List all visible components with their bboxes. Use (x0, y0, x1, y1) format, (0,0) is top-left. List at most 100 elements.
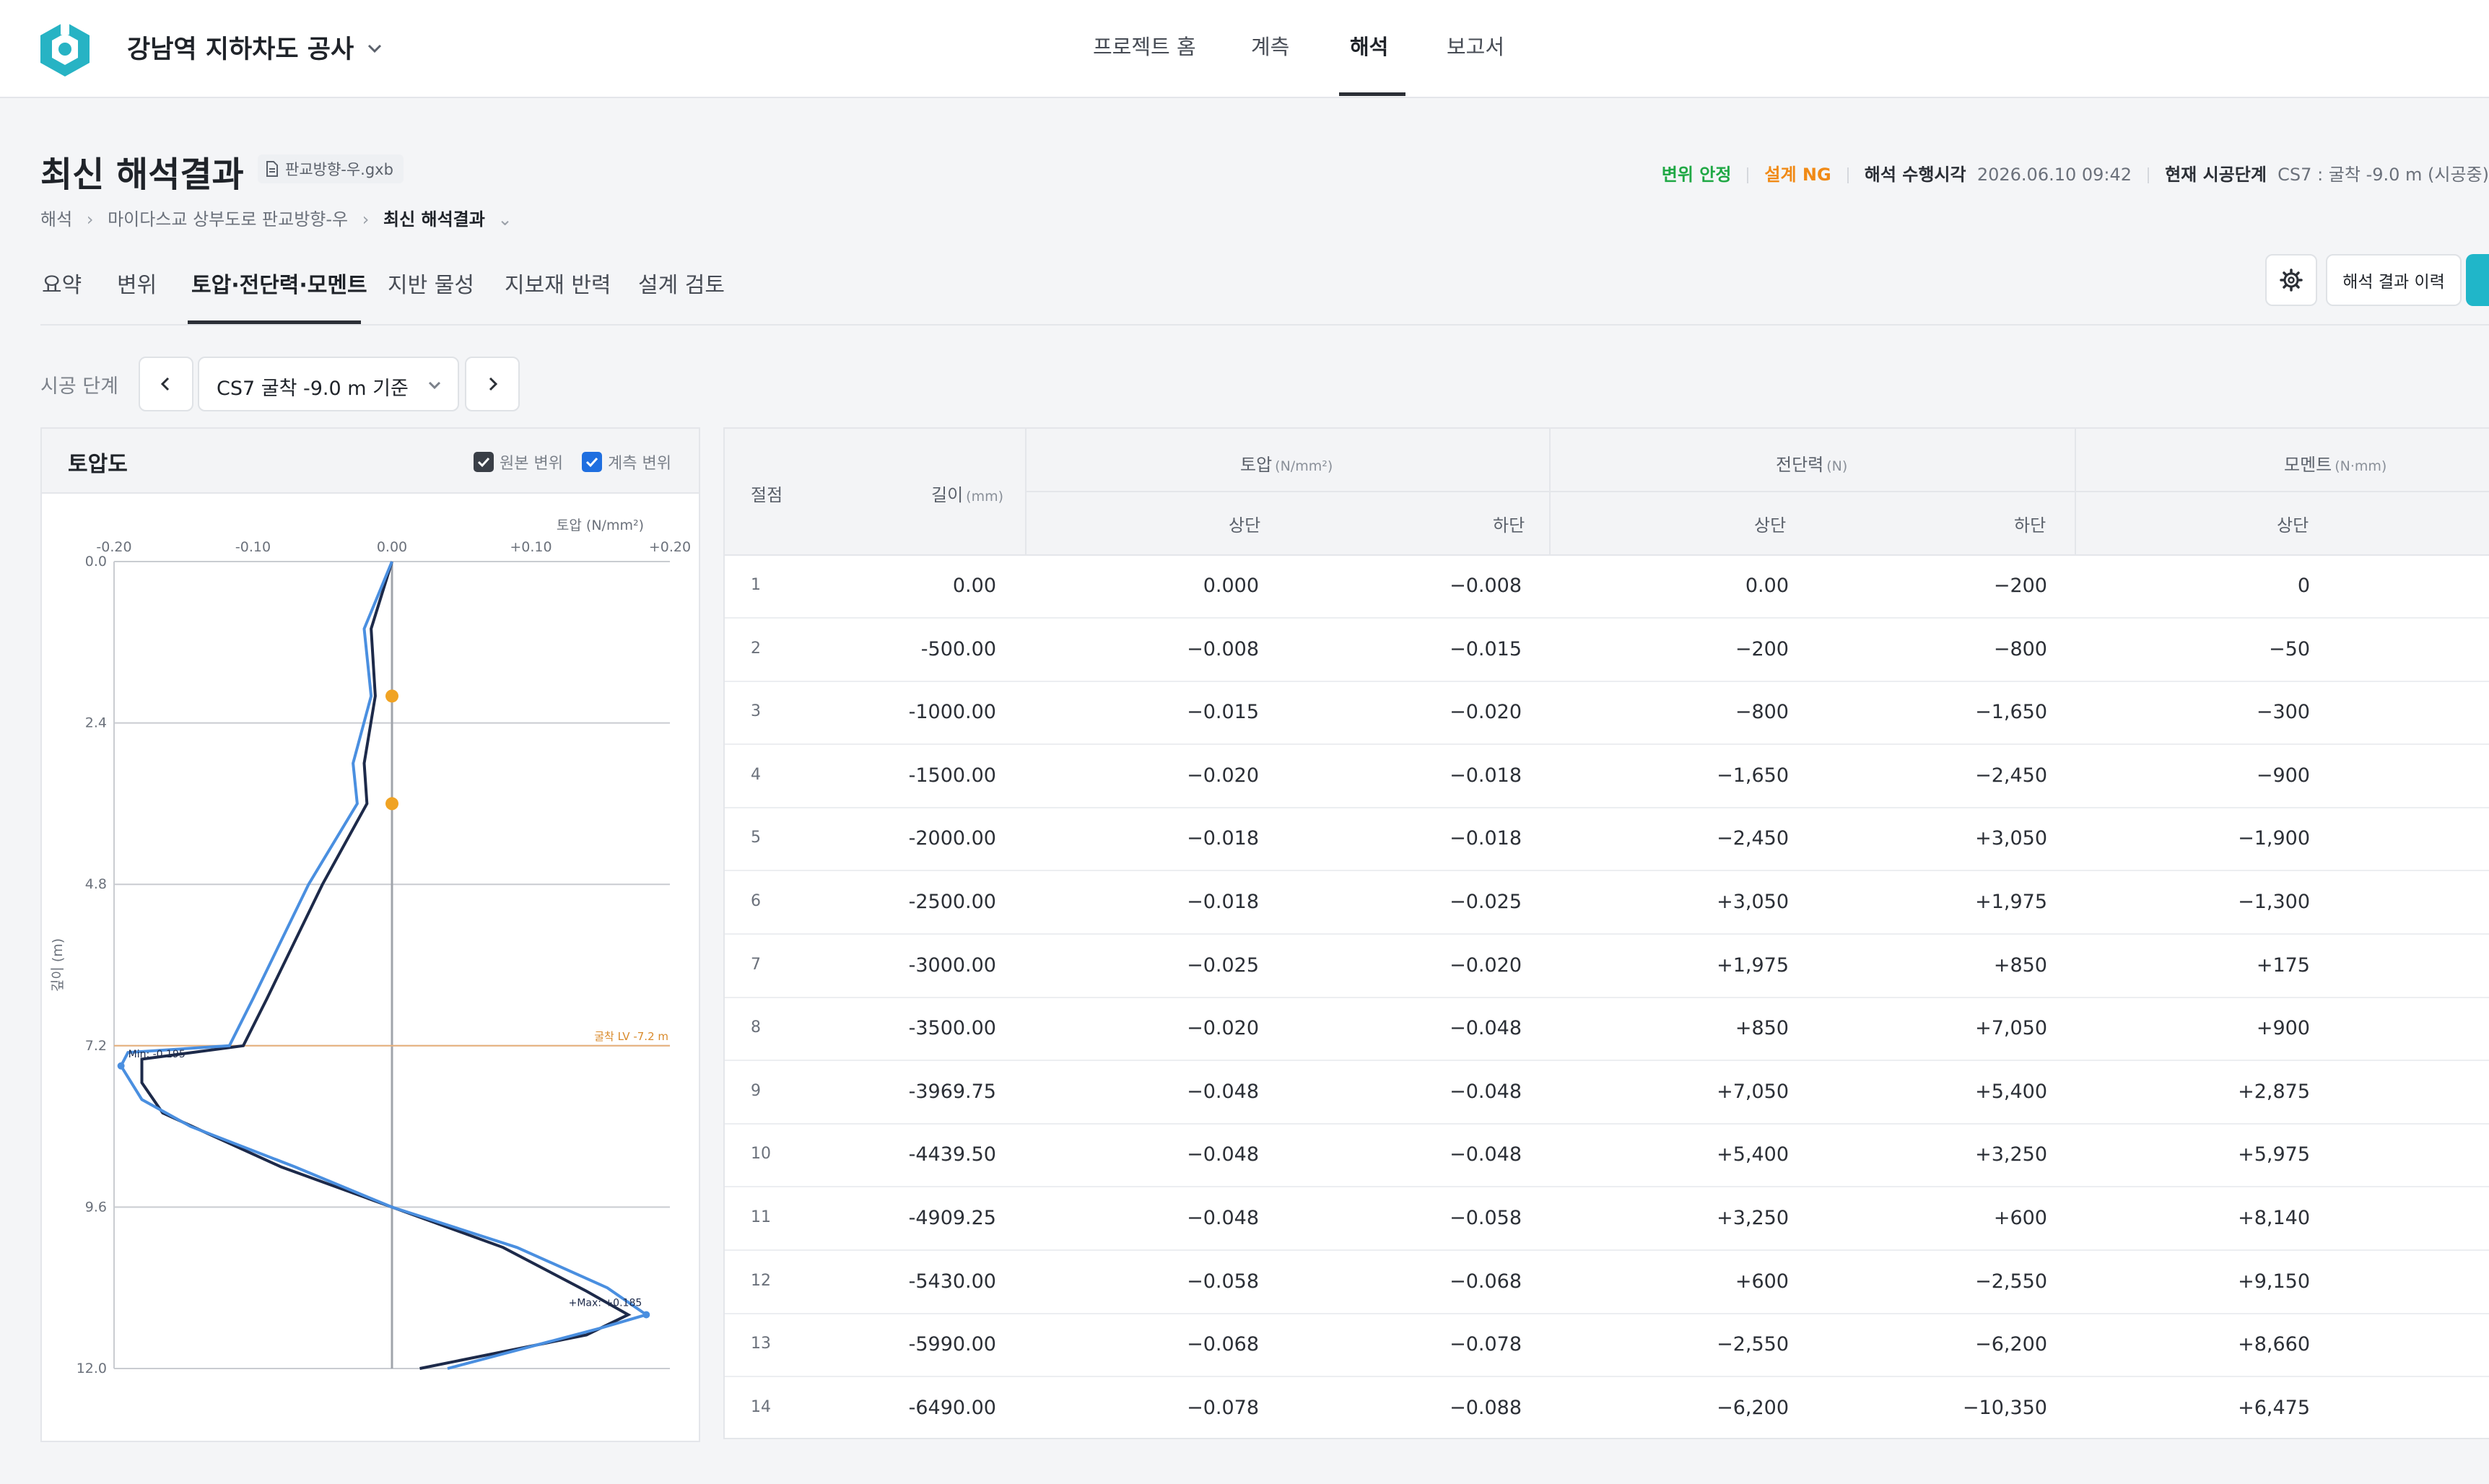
cell-shear-top: +5,400 (1717, 1143, 1789, 1166)
table-row[interactable]: 12 -5430.00 −0.058 −0.068 +600 −2,550 +9,150 (725, 1250, 2489, 1314)
table-row[interactable]: 9 -3969.75 −0.048 −0.048 +7,050 +5,400 +2,875 (725, 1060, 2489, 1125)
cell-node: 6 (751, 892, 761, 910)
cell-shear-bottom: −10,350 (1962, 1396, 2047, 1419)
table-row[interactable]: 2 -500.00 −0.008 −0.015 −200 −800 −50 (725, 618, 2489, 682)
table-row[interactable]: 3 -1000.00 −0.015 −0.020 −800 −1,650 −300 (725, 681, 2489, 746)
col-group-pressure-label: 토압 (1240, 455, 1273, 475)
y-tick-label: 4.8 (85, 876, 107, 892)
analysis-time-value: 2026.06.10 09:42 (1976, 165, 2132, 185)
stage-prev-button[interactable] (139, 357, 193, 411)
tab-summary[interactable]: 요약 (42, 267, 82, 299)
table-row[interactable]: 10 -4439.50 −0.048 −0.048 +5,400 +3,250 +5,975 (725, 1123, 2489, 1188)
cell-depth: -4439.50 (908, 1143, 996, 1166)
stage-select[interactable]: CS7 굴착 -9.0 m 기준 (198, 357, 459, 411)
checkbox-checked-icon[interactable] (582, 452, 602, 472)
cell-shear-bottom: −1,650 (1975, 701, 2047, 724)
primary-action-button[interactable] (2466, 254, 2489, 306)
cell-pressure-top: −0.058 (1187, 1270, 1259, 1293)
cell-shear-top: +1,975 (1717, 953, 1789, 977)
cell-shear-top: +3,050 (1717, 891, 1789, 913)
cell-shear-bottom: +3,250 (1975, 1143, 2047, 1166)
sensor-marker (385, 797, 398, 811)
cell-moment-top: +8,140 (2238, 1207, 2310, 1229)
cell-shear-top: −2,450 (1717, 827, 1789, 850)
tab-pressure-shear-moment[interactable]: 토압·전단력·모멘트 (191, 267, 367, 299)
table-row[interactable]: 14 -6490.00 −0.078 −0.088 −6,200 −10,350 +6,47… (725, 1376, 2489, 1438)
series-line-original (140, 561, 632, 1370)
current-stage-label: 현재 시공단계 (2165, 165, 2267, 185)
cell-shear-top: +3,250 (1717, 1207, 1789, 1229)
cell-shear-bottom: +7,050 (1975, 1017, 2047, 1040)
cell-depth: 0.00 (952, 575, 996, 597)
x-tick-label: -0.10 (235, 539, 271, 555)
cell-moment-top: +9,150 (2238, 1270, 2310, 1293)
cell-pressure-bottom: −0.048 (1450, 1143, 1522, 1166)
table-row[interactable]: 7 -3000.00 −0.025 −0.020 +1,975 +850 +175 (725, 934, 2489, 998)
cell-pressure-top: −0.015 (1187, 701, 1259, 724)
analysis-history-button[interactable]: 해석 결과 이력 (2326, 254, 2462, 306)
cell-depth: -3500.00 (908, 1017, 996, 1040)
table-row[interactable]: 4 -1500.00 −0.020 −0.018 −1,650 −2,450 −900 (725, 744, 2489, 808)
cell-node: 9 (751, 1081, 761, 1100)
cell-pressure-bottom: −0.020 (1450, 953, 1522, 977)
cell-node: 12 (751, 1271, 771, 1290)
legend-measured-toggle[interactable]: 계측 변위 (582, 450, 671, 473)
cell-shear-top: −200 (1735, 637, 1789, 660)
table-row[interactable]: 13 -5990.00 −0.068 −0.078 −2,550 −6,200 +8,660 (725, 1313, 2489, 1378)
col-header-depth-label: 길이 (931, 485, 964, 505)
cell-pressure-bottom: −0.068 (1450, 1270, 1522, 1293)
table-row[interactable]: 6 -2500.00 −0.018 −0.025 +3,050 +1,975 −1,300 (725, 870, 2489, 935)
table-row[interactable]: 11 -4909.25 −0.048 −0.058 +3,250 +600 +8,140 (725, 1187, 2489, 1251)
cell-node: 14 (751, 1397, 771, 1416)
cell-pressure-top: −0.048 (1187, 1080, 1259, 1103)
cell-depth: -4909.25 (908, 1207, 996, 1229)
cell-pressure-top: −0.008 (1187, 637, 1259, 660)
nav-project-home[interactable]: 프로젝트 홈 (1093, 30, 1196, 61)
nav-analysis[interactable]: 해석 (1350, 30, 1388, 61)
table-row[interactable]: 5 -2000.00 −0.018 −0.018 −2,450 +3,050 −1,900 (725, 807, 2489, 872)
gear-icon (2280, 269, 2303, 292)
cell-node: 3 (751, 702, 761, 721)
col-group-pressure-unit: (N/mm²) (1275, 458, 1333, 474)
nav-measurement[interactable]: 계측 (1251, 30, 1289, 61)
cell-shear-bottom: −6,200 (1975, 1333, 2047, 1356)
cell-moment-top: −1,300 (2238, 891, 2310, 913)
cell-shear-bottom: +1,975 (1975, 891, 2047, 913)
x-tick-label: 0.00 (377, 539, 407, 555)
cell-node: 8 (751, 1018, 761, 1037)
file-chip[interactable]: 판교방향-우.gxb (258, 154, 404, 183)
table-row[interactable]: 8 -3500.00 −0.020 −0.048 +850 +7,050 +900 (725, 997, 2489, 1062)
breadcrumb-current[interactable]: 최신 해석결과 (383, 209, 485, 230)
cell-moment-top: −1,900 (2238, 827, 2310, 850)
cell-shear-bottom: −200 (1993, 575, 2047, 597)
x-tick-label: +0.10 (510, 539, 552, 555)
tab-displacement[interactable]: 변위 (117, 267, 157, 299)
cell-pressure-top: −0.025 (1187, 953, 1259, 977)
tab-support-reaction[interactable]: 지보재 반력 (505, 267, 611, 299)
tab-design-review[interactable]: 설계 검토 (638, 267, 725, 299)
settings-button[interactable] (2265, 254, 2317, 306)
nav-report[interactable]: 보고서 (1447, 30, 1504, 61)
cell-depth: -3000.00 (908, 953, 996, 977)
chevron-down-icon[interactable] (364, 38, 385, 59)
chevron-down-icon[interactable]: ⌄ (497, 209, 512, 230)
cell-pressure-bottom: −0.020 (1450, 701, 1522, 724)
stage-next-button[interactable] (465, 357, 520, 411)
col-header-pressure-top: 상단 (1229, 515, 1261, 536)
earth-pressure-chart: 토압 (N/mm²) -0.20 -0.10 0.00 +0.10 +0.20 0.0 2.4… (50, 518, 691, 1376)
y-tick-label: 9.6 (85, 1199, 107, 1215)
status-design-badge: 설계 NG (1764, 165, 1831, 185)
col-header-pressure-bottom: 하단 (1493, 515, 1525, 536)
cell-shear-top: −6,200 (1717, 1396, 1789, 1419)
breadcrumb-item[interactable]: 마이다스교 상부도로 판교방향-우 (108, 209, 348, 230)
table-row[interactable]: 1 0.00 0.000 −0.008 0.00 −200 0 (725, 554, 2489, 619)
legend-original-toggle[interactable]: 원본 변위 (474, 450, 563, 473)
project-name[interactable]: 강남역 지하차도 공사 (127, 29, 354, 66)
checkbox-checked-icon[interactable] (474, 452, 494, 472)
app-logo-icon[interactable] (36, 19, 94, 79)
cell-moment-top: +8,660 (2238, 1333, 2310, 1356)
cell-depth: -6490.00 (908, 1396, 996, 1419)
tab-ground-properties[interactable]: 지반 물성 (388, 267, 474, 299)
panel-title: 토압도 (68, 452, 128, 477)
breadcrumb-item[interactable]: 해석 (40, 209, 72, 230)
